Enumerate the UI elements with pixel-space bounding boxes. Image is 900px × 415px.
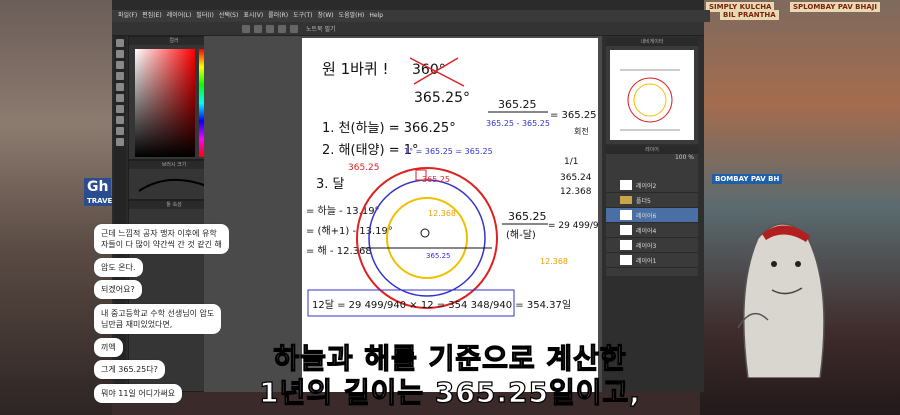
moon-text-a: = 하늘 - 13.19° <box>306 204 380 217</box>
fraction-bottom-text: 365.25 - 365.25 <box>486 119 550 128</box>
observer-head <box>420 228 430 238</box>
layer-toolbar <box>606 164 698 178</box>
shape-tool-icon[interactable] <box>116 138 124 146</box>
menu-item[interactable]: 레이어(L) <box>167 10 192 22</box>
sign-pav-bhaji: SPLOMBAY PAV BHAJI <box>790 2 880 12</box>
layer-thumbnail <box>620 240 632 250</box>
layer-panel: 레이어 100 % 레이어2 폴더5 레이어6 레이어4 레이어3 레이어1 <box>606 146 698 276</box>
navigator-thumbnail <box>620 69 680 131</box>
ratio-a-text: 1/1 <box>564 157 578 167</box>
open-icon[interactable] <box>254 24 262 33</box>
ratio-b-text: 365.24 <box>560 173 592 183</box>
handwriting-layer: 원 1바퀴 ! 360° 365.25° 1. 천(하늘) = 366.25° … <box>306 57 610 317</box>
layer-row[interactable]: 레이어4 <box>606 223 698 238</box>
menu-item[interactable]: Help <box>369 10 383 22</box>
fraction2-top-text: 365.25 <box>508 210 547 223</box>
layer-name: 레이어4 <box>636 227 657 235</box>
layer-name: 레이어2 <box>636 182 657 190</box>
folder-icon <box>620 196 632 204</box>
moon-text-c: = 해 - 12.368 <box>306 244 372 257</box>
layer-row[interactable]: 레이어3 <box>606 238 698 253</box>
sign-prantha: BIL PRANTHA <box>720 10 779 20</box>
fraction2-bottom-text: (해-달) <box>506 228 536 241</box>
circle-inner-text: 12.368 <box>428 209 456 218</box>
navigator-panel: 내비게이터 <box>606 38 698 144</box>
circle-top-text: 1° = 365.25 = 365.25 <box>404 147 493 156</box>
layer-row[interactable]: 레이어1 <box>606 253 698 268</box>
color-square[interactable] <box>135 49 195 157</box>
new-icon[interactable] <box>242 24 250 33</box>
select-tool-icon[interactable] <box>116 72 124 80</box>
menu-item[interactable]: 룰러(R) <box>268 10 288 22</box>
layer-name: 폴더5 <box>636 197 651 205</box>
text-tool-icon[interactable] <box>116 94 124 102</box>
item2b-text: 365.25 <box>348 163 380 173</box>
layer-thumbnail <box>620 225 632 235</box>
subtitle-line-1: 하늘과 해를 기준으로 계산한 <box>273 342 627 375</box>
fraction2-eq-text: = 29 499/940 <box>548 221 598 231</box>
sky-circle <box>356 167 498 309</box>
menu-item[interactable]: 표시(V) <box>243 10 263 22</box>
hand-tool-icon[interactable] <box>116 116 124 124</box>
layer-name: 레이어1 <box>636 257 657 265</box>
menu-item[interactable]: 도구(T) <box>293 10 312 22</box>
pen-tool-icon[interactable] <box>116 39 124 47</box>
bottom-equation-text: 12달 = 29 499/940 × 12 = 354 348/940 = 35… <box>312 299 571 311</box>
menu-item[interactable]: 필터(I) <box>196 10 214 22</box>
command-bar: 노트북 필기 <box>112 22 704 36</box>
chat-text: 되겠어요? <box>101 285 135 294</box>
navigator-preview[interactable] <box>610 50 694 140</box>
title-text-a: 원 1바퀴 ! <box>322 60 389 78</box>
drawing-canvas[interactable]: 원 1바퀴 ! 360° 365.25° 1. 천(하늘) = 366.25° … <box>302 38 610 392</box>
circle-label-text: 365.25 <box>422 175 450 184</box>
layer-name: 레이어3 <box>636 242 657 250</box>
layer-row[interactable]: 레이어2 <box>606 178 698 193</box>
title-text-c: 365.25° <box>414 90 470 106</box>
eyedropper-tool-icon[interactable] <box>116 105 124 113</box>
chat-bubble: 근데 느낌적 공자 맹자 이후에 유학 자들이 다 많이 약간씩 간 것 같긴 … <box>94 224 229 254</box>
menu-bar: 파일(F) 편집(E) 레이어(L) 필터(I) 선택(S) 표시(V) 룰러(… <box>112 10 710 22</box>
document-name: 노트북 필기 <box>306 26 336 33</box>
ratio-c-text: 12.368 <box>560 187 592 197</box>
undo-icon[interactable] <box>278 24 286 33</box>
chat-bubble: 내 중고등학교 수학 선생님이 압도 님만큼 재미있었다면, <box>94 304 222 334</box>
fraction2-label-text: 12.368 <box>540 257 568 266</box>
circle-bottom-text: 365.25 <box>426 252 451 260</box>
menu-item[interactable]: 파일(F) <box>118 10 137 22</box>
sign-gh: Gh <box>84 178 112 196</box>
zoom-tool-icon[interactable] <box>116 127 124 135</box>
chat-text: 근데 느낌적 공자 맹자 이후에 유학 자들이 다 많이 약간씩 간 것 같긴 … <box>101 229 222 249</box>
layer-row-selected[interactable]: 레이어6 <box>606 208 698 223</box>
layer-title: 레이어 <box>606 146 698 154</box>
eraser-tool-icon[interactable] <box>116 50 124 58</box>
chat-text: 압도 온다. <box>101 263 136 272</box>
layer-thumbnail <box>620 210 632 220</box>
move-tool-icon[interactable] <box>116 61 124 69</box>
navigator-title: 내비게이터 <box>606 38 698 46</box>
subtitle-line-2: 1년의 길이는 365.25일이고, <box>259 376 641 409</box>
redo-icon[interactable] <box>290 24 298 33</box>
menu-item[interactable]: 편집(E) <box>142 10 162 22</box>
menu-item[interactable]: 선택(S) <box>219 10 239 22</box>
chat-bubble: 압도 온다. <box>94 258 143 277</box>
layer-thumbnail <box>620 255 632 265</box>
item3-text: 3. 달 <box>316 177 345 192</box>
menu-item[interactable]: 도움말(H) <box>339 10 365 22</box>
fraction-eq-text: = 365.25 <box>550 110 597 121</box>
layer-opacity[interactable]: 100 % <box>606 154 698 164</box>
fill-tool-icon[interactable] <box>116 83 124 91</box>
save-icon[interactable] <box>266 24 274 33</box>
fraction-label-text: 회전 <box>574 126 589 136</box>
fraction-top-text: 365.25 <box>498 98 537 111</box>
item1-text: 1. 천(하늘) = 366.25° <box>322 121 456 136</box>
layer-row[interactable]: 폴더5 <box>606 193 698 208</box>
layer-name: 레이어6 <box>636 212 657 220</box>
chat-text: 내 중고등학교 수학 선생님이 압도 님만큼 재미있었다면, <box>101 309 215 329</box>
menu-item[interactable]: 창(W) <box>317 10 333 22</box>
moon-text-b: = (해+1) - 13.19° <box>306 224 393 237</box>
chat-bubble: 되겠어요? <box>94 280 142 299</box>
sign-bombay: BOMBAY PAV BH <box>712 174 783 184</box>
layer-thumbnail <box>620 180 632 190</box>
